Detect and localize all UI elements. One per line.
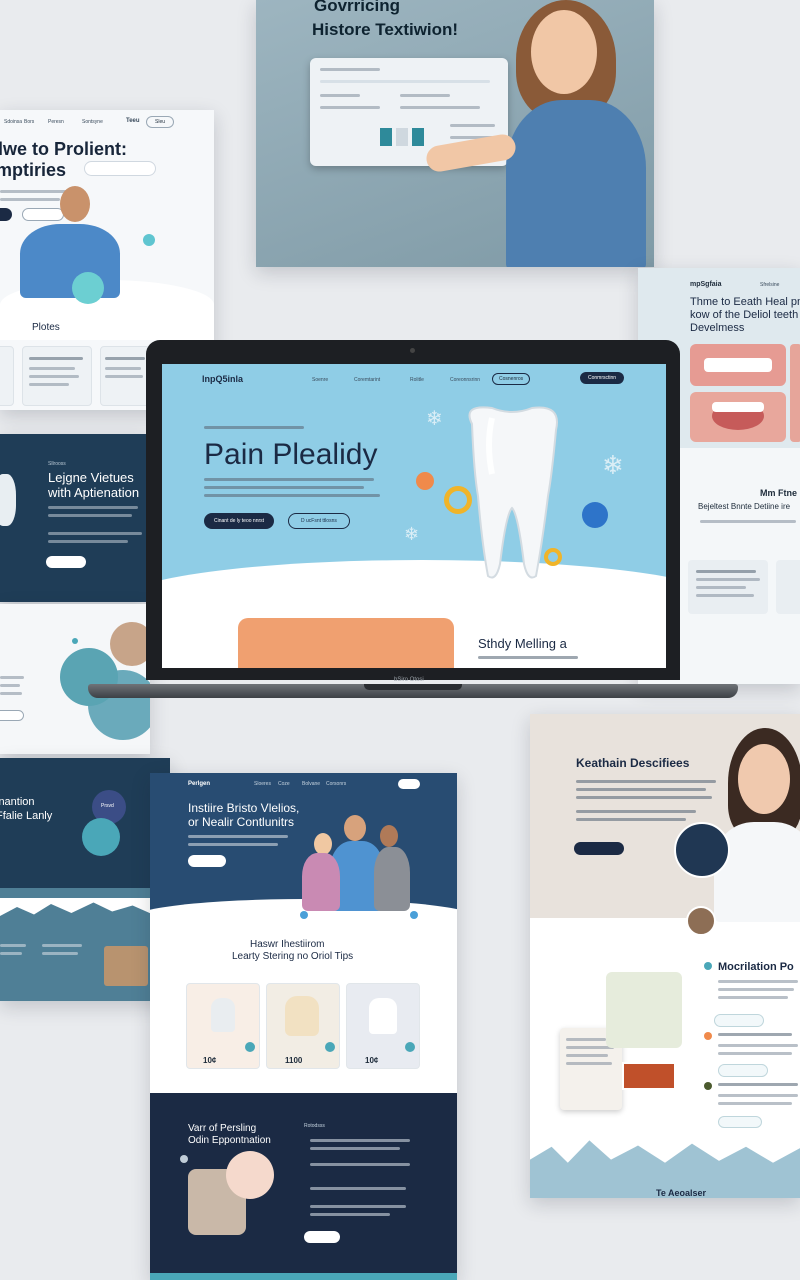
left-top-brand: Teeu bbox=[126, 118, 140, 124]
right-bottom-button[interactable] bbox=[574, 842, 624, 855]
center-dark-title-1: Varr of Persling bbox=[188, 1123, 257, 1134]
right-bottom-pill-1[interactable] bbox=[714, 1014, 764, 1027]
laptop-brand-label: bSiro Otosi bbox=[394, 677, 424, 683]
family-photo-thumb bbox=[104, 946, 148, 986]
tooth-product-photo bbox=[606, 972, 682, 1048]
center-hero-button[interactable] bbox=[188, 855, 226, 867]
small-circle-avatar bbox=[686, 906, 716, 936]
site-cta-button[interactable]: Conmrsctinn bbox=[580, 372, 625, 384]
hero-photo-card: Govrricing Histore Textiwion! bbox=[256, 0, 654, 267]
hero-title: Pain Plealidy bbox=[204, 438, 378, 471]
center-headline-2: or Nealir Contlunitrs bbox=[188, 815, 295, 829]
center-dark-section: Varr of Persling Odin Eppontnation Rotod… bbox=[150, 1093, 457, 1280]
left-lower-headline-1: inantion bbox=[0, 796, 35, 808]
left-top-search[interactable] bbox=[84, 161, 156, 176]
left-top-headline-2: mptiries bbox=[0, 160, 67, 180]
right-top-section-title: Mm Ftne bbox=[760, 488, 797, 498]
hero-secondary-button[interactable]: D ucFsnt ttlosns bbox=[288, 513, 350, 529]
product-price-3: 10¢ bbox=[365, 1056, 379, 1065]
site-section-title: Sthdy Melling a bbox=[478, 636, 567, 651]
doctor-photo bbox=[714, 728, 800, 922]
product-price-2: 1100 bbox=[285, 1056, 303, 1065]
product-card-2[interactable]: 1100 bbox=[266, 983, 340, 1069]
right-bottom-headline: Keathain Descifiees bbox=[576, 756, 690, 770]
teal-bubble bbox=[72, 272, 104, 304]
left-top-section-title: Plotes bbox=[32, 322, 60, 333]
right-bottom-pill-2[interactable] bbox=[718, 1064, 768, 1077]
woman-photo bbox=[424, 0, 654, 267]
site-nav-3[interactable]: Rolitle bbox=[410, 377, 424, 383]
laptop-screen: lnpQ5inla Soenre Coremtarint Rolitle Cor… bbox=[162, 364, 666, 668]
right-bottom-pill-3[interactable] bbox=[718, 1116, 762, 1128]
hero-primary-button[interactable]: Cinant de ly teoo nnrst bbox=[204, 513, 275, 529]
site-nav-5[interactable]: Cosnenros bbox=[492, 373, 531, 385]
orange-feature-image bbox=[238, 618, 454, 668]
center-headline-1: Instiire Bristo Vlelios, bbox=[188, 801, 300, 815]
snowflake-icon: ❄ bbox=[404, 524, 420, 544]
laptop: lnpQ5inla Soenre Coremtarint Rolitle Cor… bbox=[88, 340, 738, 710]
right-top-brand: mpSgfaia bbox=[690, 281, 722, 288]
group-photo bbox=[290, 813, 420, 913]
site-nav-2[interactable]: Coremtarint bbox=[354, 377, 380, 383]
snowflake-icon: ❄ bbox=[426, 408, 443, 430]
ring-icon bbox=[444, 486, 472, 514]
product-card-3[interactable]: 10¢ bbox=[346, 983, 420, 1069]
right-bottom-section-title: Mocrilation Po bbox=[718, 961, 794, 973]
left-top-headline-1: lwe to Prolient: bbox=[0, 139, 128, 159]
center-section-line1: Haswr Ihestiirom bbox=[250, 939, 325, 950]
site-nav-1[interactable]: Soenre bbox=[312, 377, 328, 383]
center-nav-button[interactable] bbox=[398, 779, 420, 789]
center-brand[interactable]: Perlgen bbox=[188, 781, 210, 787]
left-circles-button[interactable] bbox=[0, 710, 24, 721]
top-card-title-2: Histore Textiwion! bbox=[312, 20, 459, 39]
left-top-cta[interactable] bbox=[0, 208, 12, 221]
orange-gear-icon bbox=[416, 472, 434, 490]
product-card-1[interactable]: 10¢ bbox=[186, 983, 260, 1069]
left-lower-card: inantion Ffalie Lanly Prsvd bbox=[0, 758, 170, 1001]
center-dark-button[interactable] bbox=[304, 1231, 340, 1243]
site-logo[interactable]: lnpQ5inla bbox=[202, 374, 243, 384]
doctor-circle-avatar bbox=[674, 822, 730, 878]
center-section-line2: Learty Stering no Oriol Tips bbox=[232, 951, 354, 962]
left-top-tile-1 bbox=[22, 346, 92, 406]
food-photo bbox=[622, 1062, 676, 1090]
snowflake-icon: ❄ bbox=[602, 450, 624, 480]
blue-gear-icon bbox=[582, 502, 608, 528]
left-mid-button[interactable] bbox=[46, 556, 86, 568]
left-lower-headline-2: Ffalie Lanly bbox=[0, 810, 53, 822]
center-bottom-card: Perlgen Sloeres Coze Bolvane Corsonrs In… bbox=[150, 773, 457, 1280]
right-top-headline: Thme to Eeath Heal pne kow of the Deliol… bbox=[690, 296, 800, 334]
right-bottom-card: Keathain Descifiees Mocrilation Po Te Ae… bbox=[530, 714, 800, 1198]
top-card-title-1: Govrricing bbox=[314, 0, 400, 15]
center-dark-title-2: Odin Eppontnation bbox=[188, 1135, 271, 1146]
circle-icon-teal bbox=[82, 818, 120, 856]
site-nav-4[interactable]: Coreonnsrinn bbox=[450, 377, 480, 383]
circle-label: Prsvd bbox=[101, 803, 114, 809]
right-bottom-footer-label: Te Aeoalser bbox=[656, 1188, 707, 1198]
left-top-nav-button[interactable]: Sleu bbox=[146, 116, 175, 128]
ring-icon-small bbox=[544, 548, 562, 566]
product-price-1: 10¢ bbox=[203, 1056, 217, 1065]
tooth-badge bbox=[226, 1151, 274, 1199]
